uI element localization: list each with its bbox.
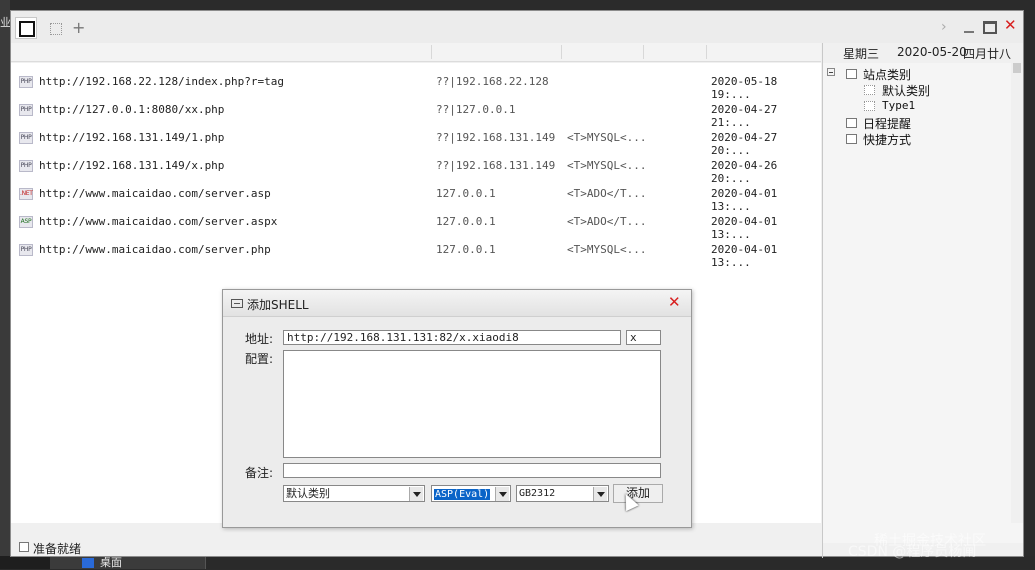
shell-list-header	[11, 43, 821, 62]
add-shell-dialog: 添加SHELL ✕ 地址: http://192.168.131.131:82/…	[222, 289, 692, 528]
address-field[interactable]: http://192.168.131.131:82/x.xiaodi8	[283, 330, 621, 345]
lunar-date: 四月廿八	[963, 47, 1012, 61]
shell-config: <T>MYSQL<...	[567, 243, 647, 256]
shell-ip: ??|127.0.0.1	[436, 103, 516, 116]
dialog-close-icon[interactable]: ✕	[668, 293, 681, 311]
shell-url: http://192.168.131.149/1.php	[39, 131, 225, 144]
tree-item-type1[interactable]: Type1	[882, 99, 915, 112]
date: 2020-05-20	[897, 45, 967, 59]
php-file-icon: PHP	[19, 132, 33, 144]
shell-url: http://192.168.22.128/index.php?r=tag	[39, 75, 285, 88]
tab-square-icon	[19, 21, 35, 37]
taskbar-segment	[50, 556, 205, 569]
php-file-icon: PHP	[19, 104, 33, 116]
table-row[interactable]: .NET http://www.maicaidao.com/server.asp…	[11, 180, 821, 213]
column-divider[interactable]	[706, 45, 707, 59]
table-row[interactable]: PHP http://www.maicaidao.com/server.php …	[11, 236, 821, 269]
note-label: 备注:	[245, 466, 274, 480]
note-field[interactable]	[283, 463, 661, 478]
table-row[interactable]: PHP http://192.168.131.149/x.php ??|192.…	[11, 152, 821, 185]
calendar-icon	[846, 118, 857, 128]
watermark-text: CSDN @程序员杨闸	[848, 544, 977, 560]
config-textarea[interactable]	[283, 350, 661, 458]
shell-url: http://www.maicaidao.com/server.php	[39, 243, 271, 256]
shell-time: 2020-04-01 13:...	[711, 243, 778, 269]
table-row[interactable]: PHP http://127.0.0.1:8080/xx.php ??|127.…	[11, 96, 821, 129]
date-bar: 星期三 2020-05-20 四月廿八	[823, 43, 1023, 63]
password-field[interactable]: x	[626, 330, 661, 345]
tree-item-default-category[interactable]: 默认类别	[882, 82, 930, 99]
shell-url: http://www.maicaidao.com/server.aspx	[39, 215, 278, 228]
weekday: 星期三	[843, 47, 880, 61]
scrollbar-thumb[interactable]	[1013, 63, 1021, 73]
tree-item-schedule[interactable]: 日程提醒	[863, 115, 911, 132]
shell-config: <T>MYSQL<...	[567, 131, 647, 144]
shell-config: <T>MYSQL<...	[567, 159, 647, 172]
table-row[interactable]: PHP http://192.168.22.128/index.php?r=ta…	[11, 68, 821, 101]
encoding-select-value: GB2312	[519, 488, 556, 499]
category-icon	[864, 85, 875, 95]
add-tab-button[interactable]: +	[72, 20, 85, 36]
category-select-value: 默认类别	[286, 487, 330, 500]
tab-active[interactable]	[15, 17, 37, 39]
address-label: 地址:	[245, 332, 274, 346]
tree-item-shortcuts[interactable]: 快捷方式	[863, 131, 911, 148]
shell-ip: ??|192.168.131.149	[436, 131, 556, 144]
folder-icon	[846, 69, 857, 79]
net-file-icon: .NET	[19, 188, 33, 200]
status-checkbox-icon	[19, 542, 29, 552]
tab-inactive[interactable]	[45, 19, 67, 39]
asp-file-icon: ASP	[19, 216, 33, 228]
shell-config: <T>ADO</T...	[567, 187, 647, 200]
desktop-icon[interactable]	[82, 558, 94, 568]
php-file-icon: PHP	[19, 244, 33, 256]
column-divider[interactable]	[561, 45, 562, 59]
bookmark-icon	[846, 134, 857, 144]
status-bar: 准备就绪	[11, 538, 821, 556]
shell-ip: 127.0.0.1	[436, 215, 496, 228]
forward-icon[interactable]: ›	[941, 19, 947, 35]
column-divider[interactable]	[643, 45, 644, 59]
chevron-down-icon[interactable]	[495, 487, 509, 501]
shell-ip: 127.0.0.1	[436, 243, 496, 256]
category-select[interactable]: 默认类别	[283, 485, 425, 502]
tree-scrollbar[interactable]	[1011, 63, 1023, 523]
script-type-select-value: ASP(Eval)	[434, 489, 491, 500]
table-row[interactable]: ASP http://www.maicaidao.com/server.aspx…	[11, 208, 821, 241]
shell-url: http://www.maicaidao.com/server.asp	[39, 187, 271, 200]
maximize-icon[interactable]	[983, 21, 997, 34]
shell-url: http://192.168.131.149/x.php	[39, 159, 225, 172]
shell-ip: ??|192.168.22.128	[436, 75, 549, 88]
shell-ip: 127.0.0.1	[436, 187, 496, 200]
column-divider[interactable]	[431, 45, 432, 59]
minimize-icon[interactable]	[964, 31, 974, 33]
shell-config: <T>ADO</T...	[567, 215, 647, 228]
shell-url: http://127.0.0.1:8080/xx.php	[39, 103, 225, 116]
encoding-select[interactable]: GB2312	[516, 485, 609, 502]
script-type-select[interactable]: ASP(Eval)	[431, 485, 511, 502]
table-row[interactable]: PHP http://192.168.131.149/1.php ??|192.…	[11, 124, 821, 157]
dialog-title-bar: 添加SHELL ✕	[223, 290, 691, 317]
dialog-title: 添加SHELL	[247, 298, 309, 312]
category-icon	[864, 101, 875, 111]
shell-ip: ??|192.168.131.149	[436, 159, 556, 172]
tab-square-icon	[50, 23, 62, 35]
php-file-icon: PHP	[19, 160, 33, 172]
chevron-down-icon[interactable]	[593, 487, 607, 501]
tree-item-site-category[interactable]: 站点类别	[863, 66, 911, 83]
dialog-window-icon	[231, 299, 243, 308]
desktop-left-edge: 业	[0, 0, 11, 569]
config-label: 配置:	[245, 352, 274, 366]
close-icon[interactable]: ✕	[1004, 16, 1017, 34]
php-file-icon: PHP	[19, 76, 33, 88]
chevron-down-icon[interactable]	[409, 487, 423, 501]
title-bar: + › ✕	[11, 11, 1023, 43]
tree-collapse-icon[interactable]	[827, 68, 835, 76]
status-text: 准备就绪	[33, 542, 82, 556]
